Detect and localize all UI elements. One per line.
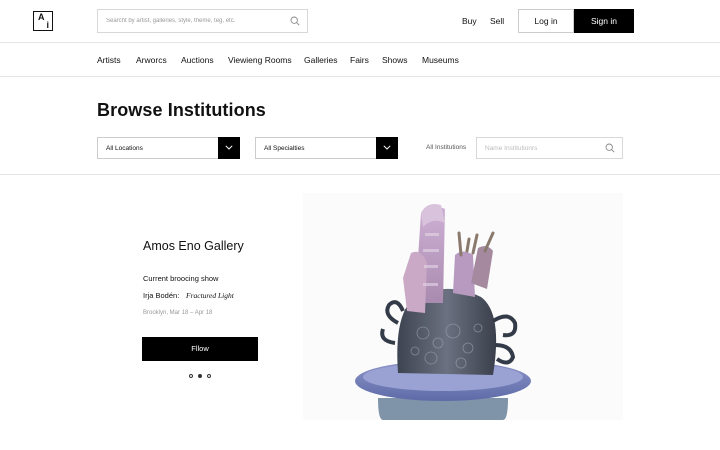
signin-button[interactable]: Sign in xyxy=(574,9,634,33)
institutions-filter-label[interactable]: All Institutions xyxy=(426,144,466,151)
nav-item-artists[interactable]: Artists xyxy=(97,55,121,65)
chevron-down-icon xyxy=(383,145,391,150)
buy-link[interactable]: Buy xyxy=(462,16,477,26)
nav-item-museums[interactable]: Museums xyxy=(422,55,459,65)
page-title: Browse Institutions xyxy=(97,100,266,120)
featured-show-title[interactable]: Fractured Light xyxy=(186,291,234,300)
carousel-dot-1[interactable] xyxy=(189,374,193,378)
nav-item-galleries[interactable]: Galleries xyxy=(304,55,338,65)
logo-letter-a: A xyxy=(38,12,45,22)
locations-select[interactable]: All Locations xyxy=(97,137,240,159)
featured-institution-name[interactable]: Amos Eno Gallery xyxy=(143,239,244,253)
site-logo[interactable]: A i xyxy=(33,11,53,31)
locations-dropdown-toggle[interactable] xyxy=(218,137,240,159)
top-header: A i Buy Sell Log in Sign in xyxy=(0,0,720,43)
login-button[interactable]: Log in xyxy=(518,9,574,33)
specialties-select-value: All Specialties xyxy=(264,145,305,152)
category-nav: Artists Arworcs Auctions Viewieng Rooms … xyxy=(0,43,720,77)
nav-item-fairs[interactable]: Fairs xyxy=(350,55,369,65)
featured-show-meta: Brooklyn, Mar 18 – Apr 18 xyxy=(143,310,213,316)
featured-artwork-image[interactable] xyxy=(303,193,623,420)
institution-name-input[interactable] xyxy=(485,138,600,158)
search-icon[interactable] xyxy=(605,143,615,153)
locations-select-value: All Locations xyxy=(106,145,143,152)
specialties-dropdown-toggle[interactable] xyxy=(376,137,398,159)
featured-show-artist: Irja Bodén: xyxy=(143,291,180,300)
nav-item-artworks[interactable]: Arworcs xyxy=(136,55,167,65)
featured-show-status: Current broocing show xyxy=(143,274,219,283)
nav-item-shows[interactable]: Shows xyxy=(382,55,408,65)
section-divider xyxy=(0,174,720,175)
specialties-select[interactable]: All Specialties xyxy=(255,137,398,159)
institution-name-search[interactable] xyxy=(476,137,623,159)
nav-item-viewing-rooms[interactable]: Viewieng Rooms xyxy=(228,55,292,65)
sell-link[interactable]: Sell xyxy=(490,16,504,26)
carousel-dot-3[interactable] xyxy=(207,374,211,378)
nav-item-auctions[interactable]: Auctions xyxy=(181,55,214,65)
carousel-dot-2[interactable] xyxy=(198,374,202,378)
follow-button[interactable]: Fllow xyxy=(142,337,258,361)
global-search[interactable] xyxy=(97,9,308,33)
search-icon[interactable] xyxy=(290,16,300,26)
chevron-down-icon xyxy=(225,145,233,150)
ceramic-sculpture-illustration xyxy=(303,193,623,420)
logo-letter-i: i xyxy=(46,20,49,30)
search-input[interactable] xyxy=(106,10,286,32)
